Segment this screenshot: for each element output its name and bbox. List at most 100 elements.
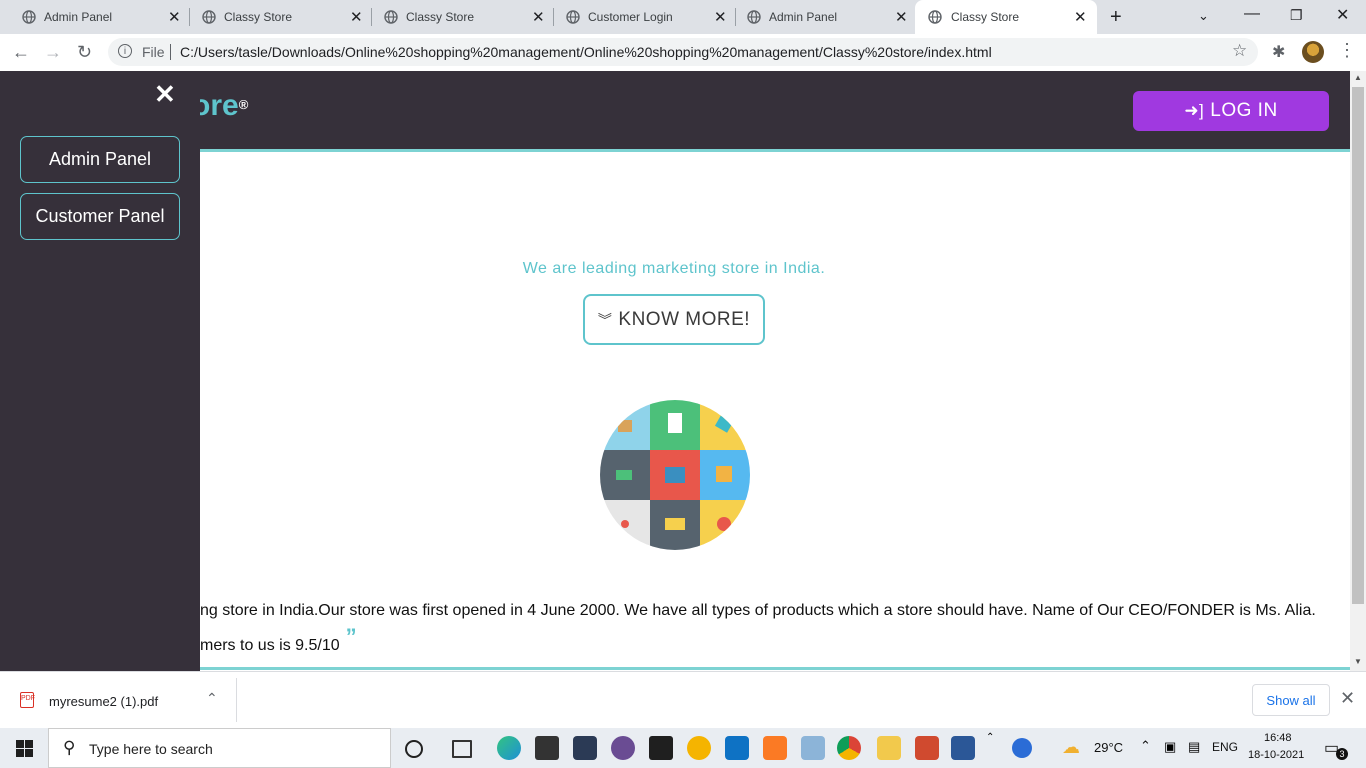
browser-tab[interactable]: Admin Panel ✕ xyxy=(0,0,188,34)
taskbar-search[interactable]: ⚲ Type here to search xyxy=(48,728,391,768)
chrome-icon[interactable] xyxy=(837,736,861,760)
brave-icon[interactable] xyxy=(687,736,711,760)
dropbox-icon[interactable] xyxy=(649,736,673,760)
word-icon[interactable] xyxy=(951,736,975,760)
app-icon[interactable] xyxy=(801,736,825,760)
browser-tab-active[interactable]: Classy Store ✕ xyxy=(915,0,1097,34)
close-icon[interactable]: ✕ xyxy=(532,8,545,26)
close-icon[interactable]: ✕ xyxy=(154,79,176,110)
download-file-name[interactable]: myresume2 (1).pdf xyxy=(49,694,158,709)
browser-tab[interactable]: Classy Store ✕ xyxy=(362,0,552,34)
notification-count-badge: 3 xyxy=(1336,748,1348,760)
close-icon[interactable]: ✕ xyxy=(1340,688,1355,709)
clock-time[interactable]: 16:48 xyxy=(1264,732,1292,744)
extensions-puzzle-icon[interactable]: ✱ xyxy=(1272,42,1285,62)
page-viewport: ore® ➜] LOG IN We are leading marketing … xyxy=(0,71,1350,671)
language-indicator[interactable]: ENG xyxy=(1212,740,1238,754)
tab-title: Admin Panel xyxy=(44,10,113,24)
chevron-up-icon[interactable]: ⌃ xyxy=(206,690,218,707)
side-navigation: ✕ Admin Panel Customer Panel xyxy=(0,71,200,671)
tab-title: Classy Store xyxy=(951,10,1020,24)
browser-tab[interactable]: Customer Login ✕ xyxy=(544,0,734,34)
minimize-button[interactable]: — xyxy=(1244,5,1260,23)
tab-title: Customer Login xyxy=(588,10,673,24)
clock-date[interactable]: 18-10-2021 xyxy=(1248,749,1304,761)
sidenav-item-customer-panel[interactable]: Customer Panel xyxy=(20,193,180,240)
know-more-label: KNOW MORE! xyxy=(618,308,751,330)
kebab-menu-icon[interactable]: ⋮ xyxy=(1338,40,1356,61)
powerpoint-icon[interactable] xyxy=(915,736,939,760)
address-separator xyxy=(170,44,171,60)
vscode-icon[interactable] xyxy=(725,736,749,760)
new-tab-button[interactable]: + xyxy=(1110,6,1122,29)
eclipse-icon[interactable] xyxy=(611,736,635,760)
pdf-file-icon: PDF xyxy=(20,692,35,708)
tab-title: Admin Panel xyxy=(769,10,838,24)
task-view-icon[interactable] xyxy=(452,740,472,758)
sign-in-icon: ➜] xyxy=(1184,101,1205,120)
bookmark-star-icon[interactable]: ☆ xyxy=(1232,41,1247,61)
chevron-up-icon[interactable]: ⌃ xyxy=(986,732,994,743)
site-brand[interactable]: ore® xyxy=(192,89,248,123)
close-icon[interactable]: ✕ xyxy=(350,8,363,26)
about-line-with-quote: mers to us is 9.5/10 ” xyxy=(200,624,1350,662)
login-label: LOG IN xyxy=(1210,100,1278,121)
reload-icon[interactable]: ↻ xyxy=(77,42,92,63)
network-icon[interactable]: ▤ xyxy=(1188,739,1200,755)
scheme-label: File xyxy=(142,44,165,60)
tile-glyphs xyxy=(616,413,734,531)
scrollbar-thumb[interactable] xyxy=(1352,87,1364,604)
section-divider xyxy=(200,667,1350,670)
close-icon[interactable]: ✕ xyxy=(895,8,908,26)
browser-tab[interactable]: Classy Store ✕ xyxy=(180,0,370,34)
about-line: mers to us is 9.5/10 xyxy=(200,637,340,654)
show-all-button[interactable]: Show all xyxy=(1252,684,1330,716)
login-button[interactable]: ➜] LOG IN xyxy=(1133,91,1329,131)
globe-icon xyxy=(384,10,398,24)
back-arrow-icon[interactable]: ← xyxy=(12,42,30,63)
know-more-button[interactable]: ︾ KNOW MORE! xyxy=(583,294,765,345)
about-paragraph: ng store in India.Our store was first op… xyxy=(200,595,1350,662)
address-bar[interactable]: i File C:/Users/tasle/Downloads/Online%2… xyxy=(108,38,1258,66)
xampp-icon[interactable] xyxy=(763,736,787,760)
store-icon[interactable] xyxy=(535,736,559,760)
weather-cloud-sun-icon[interactable]: ☁ xyxy=(1062,737,1080,758)
vertical-scrollbar[interactable]: ▲ ▼ xyxy=(1350,71,1366,671)
browser-tab[interactable]: Admin Panel ✕ xyxy=(725,0,915,34)
info-icon[interactable]: i xyxy=(118,44,132,58)
about-line: ng store in India.Our store was first op… xyxy=(200,602,1316,619)
close-window-button[interactable]: ✕ xyxy=(1336,5,1349,25)
site-header: ore® ➜] LOG IN xyxy=(0,71,1350,149)
profile-avatar[interactable] xyxy=(1302,41,1324,63)
close-icon[interactable]: ✕ xyxy=(1074,8,1087,26)
registered-mark: ® xyxy=(238,97,249,112)
globe-icon xyxy=(202,10,216,24)
restore-button[interactable]: ❐ xyxy=(1290,7,1303,24)
sublime-icon[interactable] xyxy=(573,736,597,760)
globe-icon xyxy=(928,10,942,24)
download-bar: PDF myresume2 (1).pdf ⌃ Show all ✕ xyxy=(0,671,1366,729)
tagline: We are leading marketing store in India. xyxy=(522,260,826,277)
weather-temperature[interactable]: 29°C xyxy=(1094,740,1123,755)
double-chevron-down-icon: ︾ xyxy=(597,311,613,328)
tab-search-chevron-icon[interactable]: ⌄ xyxy=(1198,8,1209,24)
globe-icon xyxy=(747,10,761,24)
tray-chevron-up-icon[interactable]: ⌃ xyxy=(1140,738,1151,754)
globe-icon xyxy=(566,10,580,24)
scroll-down-arrow-icon[interactable]: ▼ xyxy=(1354,657,1362,666)
close-icon[interactable]: ✕ xyxy=(168,8,181,26)
meet-now-icon[interactable]: ▣ xyxy=(1164,739,1176,755)
sidenav-item-admin-panel[interactable]: Admin Panel xyxy=(20,136,180,183)
url-text[interactable]: C:/Users/tasle/Downloads/Online%20shoppi… xyxy=(180,44,992,60)
edge-icon[interactable] xyxy=(497,736,521,760)
scroll-up-arrow-icon[interactable]: ▲ xyxy=(1354,73,1362,82)
windows-start-icon[interactable] xyxy=(16,740,33,757)
download-separator xyxy=(236,678,237,722)
windows-taskbar: ⚲ Type here to search ⌃ ☁ 29°C ⌃ ▣ ▤ ENG… xyxy=(0,728,1366,768)
help-icon[interactable] xyxy=(1012,738,1032,758)
quote-mark-icon: ” xyxy=(345,624,357,649)
cortana-icon[interactable] xyxy=(405,740,423,758)
forward-arrow-icon[interactable]: → xyxy=(44,42,62,63)
search-placeholder: Type here to search xyxy=(89,741,213,757)
file-explorer-icon[interactable] xyxy=(877,736,901,760)
